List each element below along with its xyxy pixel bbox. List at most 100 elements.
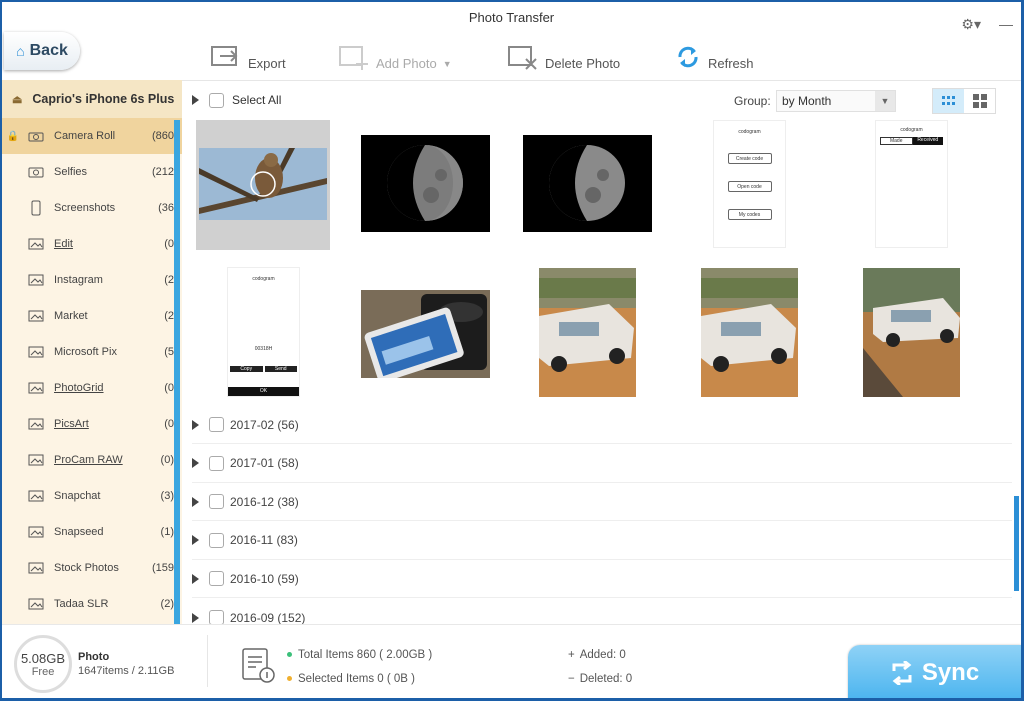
month-checkbox[interactable]: [209, 455, 224, 471]
month-checkbox[interactable]: [209, 532, 224, 548]
refresh-icon: [678, 46, 698, 67]
added-count: + Added: 0: [568, 649, 626, 661]
export-button[interactable]: Export: [210, 42, 286, 71]
sidebar-item[interactable]: ProCam RAW (0): [2, 442, 182, 478]
sidebar-item[interactable]: Selfies (212: [2, 154, 182, 190]
large-grid-view-button[interactable]: [964, 89, 995, 113]
sidebar-item[interactable]: Screenshots (36: [2, 190, 182, 226]
sidebar-item-label: Microsoft Pix: [54, 346, 117, 358]
screenshot-code: 00318H: [254, 346, 273, 352]
screenshot-my-codes: My codes: [727, 209, 772, 220]
sidebar-item[interactable]: Tadaa SLR (2): [2, 586, 182, 622]
album-icon: [24, 309, 48, 323]
settings-icon[interactable]: ⚙▾: [961, 8, 981, 40]
title-bar: Photo Transfer ⚙▾ —: [2, 2, 1021, 34]
tablet-photo: [361, 290, 490, 378]
sidebar-item[interactable]: 🔒 Camera Roll (860: [2, 118, 182, 154]
photo-thumb-car-1[interactable]: [539, 268, 636, 397]
month-checkbox[interactable]: [209, 610, 224, 625]
photo-thumb-bird[interactable]: [199, 148, 327, 220]
month-group-row[interactable]: 2016-11 (83): [192, 522, 1012, 560]
expand-arrow-icon[interactable]: [192, 95, 199, 105]
panel-scrollbar[interactable]: [1014, 496, 1019, 591]
small-grid-view-button[interactable]: [933, 89, 964, 113]
free-label: Free: [31, 665, 55, 678]
device-header[interactable]: ⏏ Caprio's iPhone 6s Plus: [2, 80, 182, 118]
month-group-row[interactable]: 2017-02 (56): [192, 406, 1012, 444]
minimize-icon[interactable]: —: [999, 8, 1013, 40]
car-photo: [863, 268, 960, 397]
sidebar-item-label: PhotoGrid: [54, 382, 104, 394]
sidebar-item-label: Screenshots: [54, 202, 116, 214]
month-group-row[interactable]: 2017-01 (58): [192, 445, 1012, 483]
photo-stats-title: Photo: [78, 651, 110, 663]
sidebar-item[interactable]: Snapseed (1): [2, 514, 182, 550]
back-button[interactable]: ⌂ Back: [4, 32, 80, 70]
month-checkbox[interactable]: [209, 494, 224, 510]
add-photo-button[interactable]: Add Photo ▼: [338, 42, 452, 71]
sidebar-item[interactable]: Edit (0: [2, 226, 182, 262]
refresh-button[interactable]: Refresh: [674, 42, 754, 71]
photo-thumb-car-2[interactable]: [701, 268, 798, 397]
screenshot-open-code: Open code: [727, 181, 772, 192]
plus-icon: +: [568, 649, 575, 661]
car-photo: [701, 268, 798, 397]
month-label: 2016-12 (38): [230, 494, 299, 509]
minus-icon: −: [568, 673, 575, 685]
sidebar-item-label: Snapchat: [54, 490, 101, 502]
footer-divider: [207, 635, 208, 687]
photo-thumb-moon-2[interactable]: [523, 135, 652, 232]
month-checkbox[interactable]: [209, 571, 224, 587]
storage-gauge: 5.08GB Free: [14, 635, 72, 693]
expand-arrow-icon[interactable]: [192, 535, 199, 546]
month-group-row[interactable]: 2016-10 (59): [192, 560, 1012, 599]
lock-icon: 🔒: [6, 130, 20, 142]
sync-icon: [892, 661, 912, 685]
select-all-label: Select All: [232, 93, 282, 107]
expand-arrow-icon[interactable]: [192, 573, 199, 584]
expand-arrow-icon[interactable]: [192, 496, 199, 507]
photo-thumb-screenshot-3[interactable]: codogram 00318H Copy Send OK: [227, 267, 300, 397]
refresh-label: Refresh: [708, 56, 754, 71]
album-icon: [24, 381, 48, 395]
album-icon: [24, 489, 48, 503]
photo-thumb-screenshot-2[interactable]: codogram Made Received: [875, 120, 948, 248]
expand-arrow-icon[interactable]: [192, 458, 199, 469]
sidebar-item[interactable]: Snapchat (3): [2, 478, 182, 514]
month-checkbox[interactable]: [209, 417, 224, 432]
sidebar-item[interactable]: Instagram (2: [2, 262, 182, 298]
group-value: by Month: [782, 94, 832, 108]
sidebar-item[interactable]: Microsoft Pix (5: [2, 334, 182, 370]
sidebar-item[interactable]: Stock Photos (159): [2, 550, 182, 586]
screenshot-tab-received: Received: [912, 137, 943, 145]
month-label: 2016-10 (59): [230, 571, 299, 586]
photo-thumb-car-3[interactable]: [863, 268, 960, 397]
month-group-row[interactable]: 2016-12 (38): [192, 483, 1012, 522]
sidebar-item[interactable]: PhotoGrid (0: [2, 370, 182, 406]
delete-photo-button[interactable]: Delete Photo: [507, 42, 620, 71]
photo-thumb-tablet[interactable]: [361, 290, 490, 378]
home-icon: ⌂: [16, 43, 25, 59]
expand-arrow-icon[interactable]: [192, 612, 199, 623]
small-grid-icon: [941, 96, 955, 105]
month-label: 2016-09 (152): [230, 610, 306, 625]
sidebar-item[interactable]: PicsArt (0: [2, 406, 182, 442]
sidebar-item-label: Instagram: [54, 274, 103, 286]
group-select[interactable]: by Month ▼: [776, 90, 896, 112]
selected-items: Selected Items 0 ( 0B ): [287, 673, 415, 685]
sidebar-scrollbar[interactable]: [174, 120, 180, 630]
select-all-checkbox[interactable]: [209, 92, 224, 108]
device-name: Caprio's iPhone 6s Plus: [32, 92, 175, 106]
sidebar-item[interactable]: Market (2: [2, 298, 182, 334]
delete-photo-icon: [508, 45, 537, 70]
photo-thumb-screenshot-1[interactable]: codogram Create code Open code My codes: [713, 120, 786, 248]
sync-button[interactable]: Sync: [848, 645, 1021, 698]
screenshot-create-code: Create code: [727, 153, 772, 164]
panel-header: Select All Group: by Month ▼: [182, 80, 1021, 120]
expand-arrow-icon[interactable]: [192, 419, 199, 430]
eject-icon[interactable]: ⏏: [12, 93, 22, 106]
sidebar-item-label: Camera Roll: [54, 130, 116, 142]
chevron-down-icon: ▼: [875, 91, 895, 111]
add-photo-label: Add Photo: [376, 56, 437, 71]
photo-thumb-moon-1[interactable]: [361, 135, 490, 232]
